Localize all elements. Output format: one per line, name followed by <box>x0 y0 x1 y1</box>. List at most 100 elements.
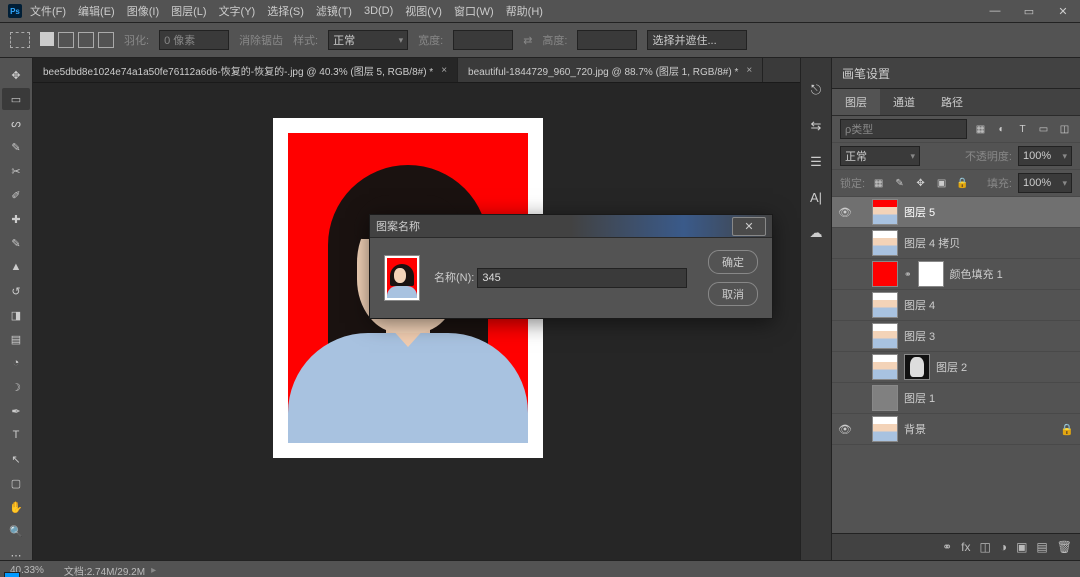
name-input[interactable]: 345 <box>477 268 687 288</box>
layer-mask-icon[interactable]: ◫ <box>979 540 990 554</box>
opacity-input[interactable]: 100%▾ <box>1018 146 1072 166</box>
visibility-icon[interactable]: 👁 <box>838 206 852 219</box>
delete-layer-icon[interactable]: 🗑 <box>1057 540 1072 554</box>
chevron-right-icon[interactable]: ▸ <box>151 565 156 576</box>
zoom-tool-icon[interactable]: 🔍 <box>2 520 30 542</box>
menu-layer[interactable]: 图层(L) <box>171 3 206 19</box>
lock-position-icon[interactable]: ✎ <box>892 176 907 191</box>
layer-group-icon[interactable]: ▣ <box>1016 540 1027 554</box>
tab-layers[interactable]: 图层 <box>832 89 880 115</box>
color-swatch[interactable] <box>4 572 28 577</box>
layer-row[interactable]: 图层 4 拷贝 <box>832 228 1080 259</box>
tab-channels[interactable]: 通道 <box>880 89 928 115</box>
adjustments-panel-icon[interactable]: ☰ <box>810 154 822 170</box>
character-panel-icon[interactable]: A| <box>810 190 822 205</box>
adjustment-layer-icon[interactable]: ◑ <box>1000 540 1007 554</box>
layer-row[interactable]: ⚭颜色填充 1 <box>832 259 1080 290</box>
history-panel-icon[interactable]: ⎋ <box>811 82 821 98</box>
pen-tool-icon[interactable]: ✒ <box>2 400 30 422</box>
filter-image-icon[interactable]: ▦ <box>973 122 988 137</box>
lock-all-icon[interactable]: 🔒 <box>955 176 970 191</box>
marquee-tool-icon[interactable]: ▭ <box>2 88 30 110</box>
visibility-icon[interactable]: 👁 <box>838 423 852 436</box>
eyedropper-tool-icon[interactable]: ✐ <box>2 184 30 206</box>
lasso-tool-icon[interactable]: ᔕ <box>2 112 30 134</box>
blur-tool-icon[interactable]: ◔ <box>2 352 30 374</box>
layer-row[interactable]: 👁图层 5 <box>832 197 1080 228</box>
move-tool-icon[interactable]: ✥ <box>2 64 30 86</box>
eraser-tool-icon[interactable]: ◨ <box>2 304 30 326</box>
menu-view[interactable]: 视图(V) <box>405 3 442 19</box>
tab-doc-1[interactable]: bee5dbd8e1024e74a1a50fe76112a6d6-恢复的-恢复的… <box>33 58 458 82</box>
brush-tool-icon[interactable]: ✎ <box>2 232 30 254</box>
feather-input[interactable]: 0 像素 <box>159 30 229 50</box>
style-dropdown[interactable]: 正常▾ <box>328 30 408 50</box>
add-selection-icon[interactable] <box>58 32 74 48</box>
stamp-tool-icon[interactable]: ▲ <box>2 256 30 278</box>
crop-tool-icon[interactable]: ✂ <box>2 160 30 182</box>
lock-artboard-icon[interactable]: ▣ <box>934 176 949 191</box>
intersect-selection-icon[interactable] <box>98 32 114 48</box>
menu-type[interactable]: 文字(Y) <box>219 3 256 19</box>
hand-tool-icon[interactable]: ✋ <box>2 496 30 518</box>
tab-doc-2[interactable]: beautiful-1844729_960_720.jpg @ 88.7% (图… <box>458 58 763 82</box>
healing-tool-icon[interactable]: ✚ <box>2 208 30 230</box>
feather-label: 羽化: <box>124 32 149 48</box>
refine-button[interactable]: 选择并遮住... <box>647 30 747 50</box>
dialog-titlebar[interactable]: 图案名称 ✕ <box>370 215 772 238</box>
layer-row[interactable]: 图层 4 <box>832 290 1080 321</box>
mask-thumbnail <box>918 261 944 287</box>
gradient-tool-icon[interactable]: ▤ <box>2 328 30 350</box>
close-icon[interactable]: × <box>746 65 752 76</box>
more-tool-icon[interactable]: ⋯ <box>2 544 30 566</box>
menu-file[interactable]: 文件(F) <box>30 3 66 19</box>
doc-size[interactable]: 文档:2.74M/29.2M <box>64 563 145 577</box>
link-layers-icon[interactable]: ⚭ <box>942 540 952 554</box>
dodge-tool-icon[interactable]: ☽ <box>2 376 30 398</box>
filter-smart-icon[interactable]: ◫ <box>1057 122 1072 137</box>
filter-adjust-icon[interactable]: ◐ <box>994 122 1009 137</box>
layer-name: 图层 2 <box>936 359 967 375</box>
menu-image[interactable]: 图像(I) <box>127 3 159 19</box>
lock-move-icon[interactable]: ✥ <box>913 176 928 191</box>
layer-row[interactable]: 图层 1 <box>832 383 1080 414</box>
menu-3d[interactable]: 3D(D) <box>364 5 393 17</box>
maximize-button[interactable]: ▭ <box>1012 0 1046 22</box>
brush-settings-title[interactable]: 画笔设置 <box>832 58 1080 88</box>
dialog-close-button[interactable]: ✕ <box>732 217 766 236</box>
quick-select-tool-icon[interactable]: ✎ <box>2 136 30 158</box>
filter-shape-icon[interactable]: ▭ <box>1036 122 1051 137</box>
tool-preset-icon[interactable] <box>10 32 30 48</box>
shape-tool-icon[interactable]: ▢ <box>2 472 30 494</box>
tab-paths[interactable]: 路径 <box>928 89 976 115</box>
properties-panel-icon[interactable]: ⇆ <box>811 118 822 134</box>
lock-pixels-icon[interactable]: ▦ <box>871 176 886 191</box>
menu-window[interactable]: 窗口(W) <box>454 3 494 19</box>
menu-edit[interactable]: 编辑(E) <box>78 3 115 19</box>
new-layer-icon[interactable]: ▤ <box>1036 540 1047 554</box>
filter-type-icon[interactable]: T <box>1015 122 1030 137</box>
menu-select[interactable]: 选择(S) <box>267 3 304 19</box>
minimize-button[interactable]: — <box>978 0 1012 22</box>
antialias-checkbox[interactable]: 消除锯齿 <box>239 32 283 48</box>
layer-row[interactable]: 图层 2 <box>832 352 1080 383</box>
type-tool-icon[interactable]: T <box>2 424 30 446</box>
ok-button[interactable]: 确定 <box>708 250 758 274</box>
cancel-button[interactable]: 取消 <box>708 282 758 306</box>
layer-row[interactable]: 👁背景🔒 <box>832 414 1080 445</box>
menu-filter[interactable]: 滤镜(T) <box>316 3 352 19</box>
fill-input[interactable]: 100%▾ <box>1018 173 1072 193</box>
libraries-panel-icon[interactable]: ☁ <box>810 225 823 241</box>
subtract-selection-icon[interactable] <box>78 32 94 48</box>
path-tool-icon[interactable]: ↖ <box>2 448 30 470</box>
menu-help[interactable]: 帮助(H) <box>506 3 543 19</box>
close-icon[interactable]: × <box>441 65 447 76</box>
blend-mode-dropdown[interactable]: 正常▾ <box>840 146 920 166</box>
close-button[interactable]: ✕ <box>1046 0 1080 22</box>
layer-search[interactable]: ρ类型 <box>840 119 967 139</box>
layer-style-icon[interactable]: fx <box>961 540 970 554</box>
swap-icon: ⇄ <box>523 34 532 47</box>
layer-row[interactable]: 图层 3 <box>832 321 1080 352</box>
history-brush-tool-icon[interactable]: ↺ <box>2 280 30 302</box>
new-selection-icon[interactable] <box>40 32 54 46</box>
